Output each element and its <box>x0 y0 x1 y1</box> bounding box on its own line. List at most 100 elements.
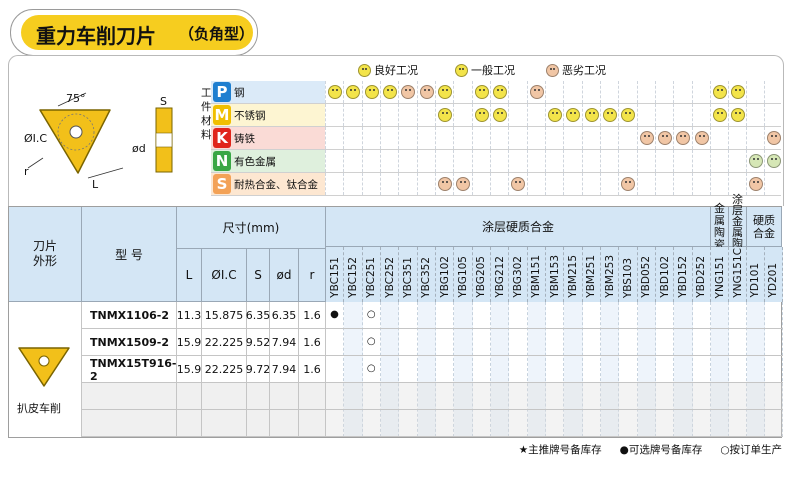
cell-S: 9.52 <box>246 329 270 356</box>
size-col-d: ød <box>270 249 299 302</box>
material-cell <box>710 104 728 126</box>
neutral-face-icon <box>603 108 618 122</box>
neutral-face-icon <box>621 108 636 122</box>
page-subtitle: （负角型） <box>179 25 255 43</box>
material-letter: P <box>213 82 231 102</box>
material-name: 铸铁 <box>234 133 255 145</box>
material-cell <box>508 173 526 195</box>
material-cell <box>600 81 618 103</box>
material-cell <box>600 173 618 195</box>
bad-face-icon <box>694 131 709 145</box>
material-cell <box>325 127 343 149</box>
material-cell <box>471 150 490 172</box>
grade-header: YBG102 <box>436 247 455 302</box>
good-face-icon <box>328 85 343 99</box>
cell-d: 7.94 <box>270 356 299 383</box>
grade-header: YD101 <box>747 247 765 302</box>
size-col-s: S <box>247 249 270 302</box>
neutral-face-icon <box>474 108 489 122</box>
cell-d: 7.94 <box>270 329 299 356</box>
cell-S: 6.35 <box>246 302 270 329</box>
material-cell <box>581 150 600 172</box>
material-cell <box>764 81 782 103</box>
material-row-s: S 耐热合金、钛合金 <box>211 173 781 196</box>
material-letter: N <box>213 151 231 171</box>
triangle-insert-icon <box>18 347 70 387</box>
cell-ic: 15.875 <box>202 302 247 329</box>
material-cell <box>600 127 618 149</box>
material-cell <box>710 127 728 149</box>
material-cell <box>490 173 508 195</box>
neutral-face-icon <box>493 108 508 122</box>
material-cell <box>600 104 618 126</box>
material-cell <box>398 150 416 172</box>
material-cell <box>710 81 728 103</box>
material-cell <box>618 127 636 149</box>
grade-header: YNG151 <box>711 247 729 302</box>
material-cell <box>380 150 398 172</box>
grade-label: YBG302 <box>511 256 524 298</box>
legend-label: 一般工况 <box>471 64 515 77</box>
angle-label: 75° <box>66 92 86 105</box>
cell-S <box>247 383 270 410</box>
grade-label: YBD102 <box>658 256 671 298</box>
material-cell <box>581 81 600 103</box>
material-cell <box>471 127 490 149</box>
material-cell <box>618 150 636 172</box>
good-face-icon <box>383 85 398 99</box>
stock-dot-icon: ● <box>330 309 339 320</box>
material-cell <box>490 104 508 126</box>
bad-face-icon <box>438 177 453 191</box>
material-cell <box>728 104 746 126</box>
model-header: 型 号 <box>82 207 177 302</box>
cell-d <box>270 383 299 410</box>
good-face-icon <box>566 108 581 122</box>
material-cell <box>490 150 508 172</box>
thickness-label: S <box>160 95 167 108</box>
length-label: L <box>92 178 99 191</box>
cell-r: 1.6 <box>299 329 326 356</box>
material-cell <box>343 150 361 172</box>
good-face-icon <box>474 85 489 99</box>
carbide-header: 硬质合金 <box>747 207 782 247</box>
good-face-icon <box>346 85 361 99</box>
cell-S: 9.72 <box>246 356 270 383</box>
neutral-face-icon <box>713 108 727 122</box>
cell-model: TNMX15T916-2 <box>82 356 177 383</box>
material-cell <box>563 173 581 195</box>
material-cell <box>691 81 710 103</box>
cell-ic: 22.225 <box>202 356 247 383</box>
grade-header: YBM215 <box>564 247 583 302</box>
material-cell <box>490 81 508 103</box>
grade-label: YBC352 <box>420 257 433 298</box>
material-cell <box>691 173 710 195</box>
material-tag: K 铸铁 <box>213 128 325 148</box>
grade-header: YNG151C <box>729 247 747 302</box>
grade-table: 刀片外形 型 号 尺寸(mm) L ØI.C S ød r 涂层硬质合金 金属陶… <box>8 194 783 438</box>
material-cell <box>453 127 471 149</box>
material-cell <box>453 81 471 103</box>
grade-header: YBG205 <box>472 247 491 302</box>
material-tag: N 有色金属 <box>213 151 325 171</box>
material-cell <box>453 173 471 195</box>
material-cell <box>380 104 398 126</box>
material-row-m: M 不锈钢 <box>211 104 781 127</box>
legend-bad: 恶劣工况 <box>546 62 606 78</box>
shape-cell: 扒皮车削 <box>9 302 82 437</box>
material-cell <box>746 173 764 195</box>
grade-header: YBM253 <box>601 247 620 302</box>
cell-L <box>177 410 202 437</box>
table-row: TNMX1106-2 11.3 15.875 6.35 6.35 1.6 <box>82 302 326 329</box>
material-tag: M 不锈钢 <box>213 105 325 125</box>
material-cell <box>471 104 490 126</box>
material-cell <box>728 127 746 149</box>
material-cell <box>636 150 655 172</box>
grade-label: YBG102 <box>438 256 451 298</box>
material-cell <box>361 104 380 126</box>
material-cell <box>325 104 343 126</box>
cell-ic: 22.225 <box>202 329 247 356</box>
material-cell <box>691 104 710 126</box>
legend-good: 良好工况 <box>358 62 418 78</box>
grade-label: YBD252 <box>695 256 708 298</box>
good-face-icon <box>731 85 745 99</box>
